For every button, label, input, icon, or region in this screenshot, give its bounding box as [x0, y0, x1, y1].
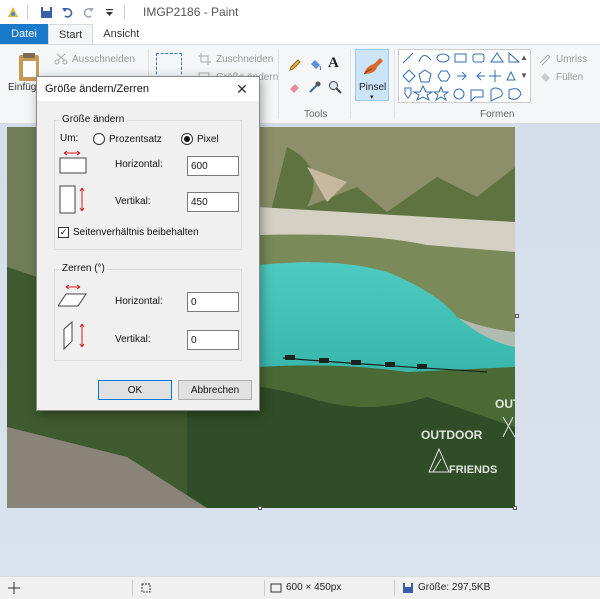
checkmark-icon: ✓ — [58, 227, 69, 238]
ok-button[interactable]: OK — [98, 380, 172, 400]
vertical-skew-label: Vertikal: — [115, 334, 151, 345]
crop-button[interactable]: Zuschneiden — [198, 53, 273, 65]
divider — [394, 580, 395, 596]
text-tool-icon[interactable]: A — [328, 55, 339, 72]
paste-label[interactable]: Einfüg — [8, 82, 36, 93]
shapes-group-label: Formen — [480, 109, 515, 120]
dialog-titlebar[interactable]: Größe ändern/Zerren ✕ — [37, 77, 259, 101]
pixel-radio[interactable]: Pixel — [181, 133, 219, 145]
cut-button[interactable]: Ausschneiden — [54, 53, 135, 65]
vertical-skew-field[interactable]: 0 — [187, 330, 239, 350]
percent-radio[interactable]: Prozentsatz — [93, 133, 162, 145]
horizontal-skew-icon — [57, 284, 88, 311]
window-title: IMGP2186 - Paint — [143, 5, 239, 19]
watermark-text: OUTDOOR — [495, 397, 515, 411]
tab-start[interactable]: Start — [48, 24, 94, 44]
scroll-down-icon[interactable]: ▼ — [520, 71, 528, 80]
selection-size-icon — [140, 582, 152, 594]
eraser-icon[interactable] — [288, 80, 302, 97]
vertical-resize-field[interactable]: 450 — [187, 192, 239, 212]
color-picker-icon[interactable] — [308, 80, 322, 97]
chevron-down-icon: ▾ — [370, 94, 374, 101]
close-icon[interactable]: ✕ — [233, 81, 251, 98]
brush-button[interactable]: Pinsel ▾ — [355, 49, 389, 101]
title-bar: IMGP2186 - Paint — [0, 0, 600, 24]
divider — [124, 5, 125, 19]
file-size: Größe: 297,5KB — [418, 582, 491, 593]
horizontal-resize-field[interactable]: 600 — [187, 156, 239, 176]
cursor-position-icon — [8, 582, 20, 594]
keep-ratio-label: Seitenverhältnis beibehalten — [73, 227, 199, 238]
pencil-icon[interactable] — [288, 58, 302, 75]
divider — [394, 49, 395, 119]
divider — [278, 49, 279, 119]
resize-handle-corner[interactable] — [513, 506, 517, 510]
fill-bucket-icon[interactable] — [308, 58, 322, 75]
magnifier-icon[interactable] — [328, 80, 342, 97]
pixel-label: Pixel — [197, 133, 219, 145]
fill-button[interactable]: Füllen — [538, 71, 583, 83]
outline-label: Umriss — [556, 53, 588, 65]
cancel-button[interactable]: Abbrechen — [178, 380, 252, 400]
crop-label: Zuschneiden — [216, 53, 274, 65]
divider — [264, 580, 265, 596]
tab-file[interactable]: Datei — [0, 24, 48, 44]
image-dimensions-icon — [270, 582, 282, 594]
horizontal-label: Horizontal: — [115, 159, 163, 170]
vertical-resize-icon — [58, 185, 88, 218]
ribbon-tabs: Datei Start Ansicht — [0, 24, 600, 44]
shapes-gallery[interactable] — [398, 49, 531, 103]
fill-icon — [538, 71, 552, 83]
resize-handle-bottom[interactable] — [258, 506, 262, 510]
status-bar: 600 × 450px Größe: 297,5KB — [0, 576, 600, 599]
undo-icon[interactable] — [59, 4, 76, 21]
cut-label: Ausschneiden — [72, 53, 135, 65]
scroll-up-icon[interactable]: ▲ — [520, 53, 528, 62]
watermark-text: FRIENDS — [449, 464, 497, 476]
skew-group-legend: Zerren (°) — [60, 263, 107, 274]
brush-icon — [363, 58, 383, 75]
fill-label: Füllen — [556, 71, 584, 83]
resize-skew-dialog: Größe ändern/Zerren ✕ Größe ändern Um: P… — [36, 76, 260, 411]
redo-icon[interactable] — [80, 4, 97, 21]
vertical-label: Vertikal: — [115, 196, 151, 207]
resize-group-legend: Größe ändern — [60, 114, 127, 125]
resize-by-label: Um: — [60, 133, 79, 144]
resize-handle-right[interactable] — [515, 314, 519, 318]
outline-icon — [538, 53, 552, 66]
save-icon[interactable] — [38, 4, 55, 21]
tab-view[interactable]: Ansicht — [93, 24, 149, 44]
shapes-icon — [402, 51, 522, 103]
percent-label: Prozentsatz — [109, 133, 162, 145]
horizontal-skew-field[interactable]: 0 — [187, 292, 239, 312]
vertical-skew-icon — [58, 320, 88, 354]
divider — [132, 580, 133, 596]
brush-label: Pinsel — [359, 82, 387, 93]
outline-button[interactable]: Umriss — [538, 53, 588, 66]
paint-app-icon — [4, 4, 21, 21]
scissors-icon — [54, 53, 68, 65]
file-size-icon — [402, 582, 414, 594]
customize-quick-access-icon[interactable] — [101, 4, 118, 21]
horizontal-skew-label: Horizontal: — [115, 296, 163, 307]
keep-ratio-checkbox[interactable]: ✓ Seitenverhältnis beibehalten — [58, 227, 199, 238]
image-dimensions: 600 × 450px — [286, 582, 342, 593]
dialog-title: Größe ändern/Zerren — [45, 83, 149, 95]
tools-group-label: Tools — [304, 109, 328, 120]
crop-icon — [198, 53, 212, 65]
radio-button-icon — [93, 133, 105, 145]
watermark-text: OUTDOOR — [421, 428, 483, 442]
divider — [27, 5, 28, 19]
radio-button-checked-icon — [181, 133, 193, 145]
horizontal-resize-icon — [58, 150, 88, 177]
divider — [350, 49, 351, 119]
